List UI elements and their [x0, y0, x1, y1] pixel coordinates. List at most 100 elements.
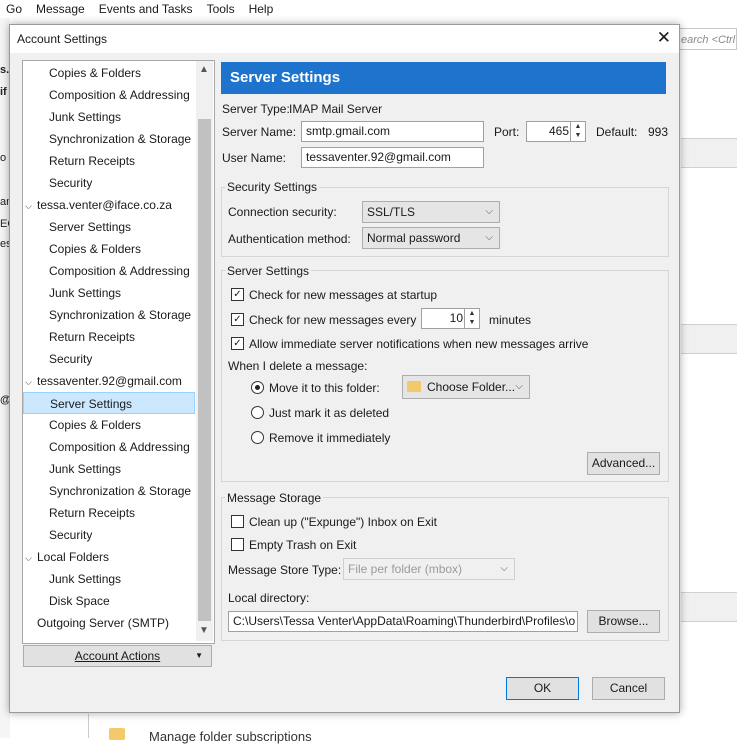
store-type-select[interactable]: File per folder (mbox) ⌵ — [343, 558, 515, 580]
port-stepper[interactable]: 465 ▲ ▼ — [526, 121, 586, 142]
background-search-input[interactable]: earch <Ctrl — [676, 28, 737, 50]
check-every-checkbox[interactable]: ✓ — [231, 313, 244, 326]
tree-item-label: Server Settings — [49, 220, 132, 234]
tree-item-label: Local Folders — [37, 550, 110, 564]
auth-method-select[interactable]: Normal password ⌵ — [362, 227, 500, 249]
menu-message[interactable]: Message — [36, 2, 85, 16]
folder-icon — [109, 728, 125, 740]
tree-item-label: Copies & Folders — [49, 242, 142, 256]
default-port-label: Default: — [596, 125, 638, 139]
tree-item[interactable]: Security — [23, 524, 195, 546]
local-directory-input[interactable]: C:\Users\Tessa Venter\AppData\Roaming\Th… — [228, 611, 578, 632]
radio-dot — [255, 385, 260, 390]
tree-item[interactable]: Composition & Addressing — [23, 436, 195, 458]
tree-item[interactable]: Composition & Addressing — [23, 84, 195, 106]
tree-account-node[interactable]: ⌵ tessa.venter@iface.co.za — [23, 194, 195, 216]
check-startup-checkbox[interactable]: ✓ — [231, 288, 244, 301]
tree-item[interactable]: Synchronization & Storage — [23, 128, 195, 150]
connection-security-select[interactable]: SSL/TLS ⌵ — [362, 201, 500, 223]
scroll-up-icon[interactable]: ▲ — [199, 64, 209, 75]
server-settings-title: Server Settings — [225, 264, 312, 278]
advanced-button[interactable]: Advanced... — [587, 452, 660, 475]
chevron-down-icon: ⌵ — [485, 206, 493, 217]
choose-folder-select[interactable]: Choose Folder... ⌵ — [402, 375, 530, 399]
tree-item[interactable]: Security — [23, 172, 195, 194]
tree-account-node[interactable]: ⌵ Local Folders — [23, 546, 195, 568]
tree-item[interactable]: Security — [23, 348, 195, 370]
tree-item[interactable]: Server Settings — [23, 216, 195, 238]
dialog-title: Account Settings — [17, 32, 108, 46]
tree-item[interactable]: Copies & Folders — [23, 62, 195, 84]
chevron-down-icon[interactable]: ⌵ — [25, 371, 37, 393]
tree-item[interactable]: Junk Settings — [23, 458, 195, 480]
manage-subscriptions-link[interactable]: Manage folder subscriptions — [149, 729, 312, 744]
chevron-down-icon: ⌵ — [485, 232, 493, 243]
background-band — [681, 138, 737, 168]
tree-item-label: Synchronization & Storage — [49, 132, 192, 146]
tree-item[interactable]: Copies & Folders — [23, 238, 195, 260]
close-icon[interactable]: ✕ — [657, 28, 671, 48]
tree-item[interactable]: Composition & Addressing — [23, 260, 195, 282]
check-every-label: Check for new messages every — [249, 313, 417, 327]
tree-item-label: Copies & Folders — [49, 418, 142, 432]
ok-button[interactable]: OK — [506, 677, 579, 700]
tree-item[interactable]: Synchronization & Storage — [23, 480, 195, 502]
tree-item-label: Junk Settings — [49, 572, 122, 586]
server-name-input[interactable]: smtp.gmail.com — [301, 121, 484, 142]
menu-help[interactable]: Help — [249, 2, 274, 16]
chevron-down-icon[interactable]: ⌵ — [25, 547, 37, 569]
spin-arrows-icon[interactable]: ▲ ▼ — [570, 122, 585, 141]
cancel-button[interactable]: Cancel — [592, 677, 665, 700]
tree-account-node[interactable]: Outgoing Server (SMTP) — [23, 612, 195, 634]
tree-item[interactable]: Junk Settings — [23, 106, 195, 128]
empty-trash-label: Empty Trash on Exit — [249, 538, 357, 552]
background-fragment: if — [0, 86, 7, 98]
background-band — [681, 592, 737, 622]
tree-account-node[interactable]: ⌵ tessaventer.92@gmail.com — [23, 370, 195, 392]
browse-button[interactable]: Browse... — [587, 610, 660, 633]
dropdown-caret-icon: ▼ — [195, 651, 203, 660]
chevron-down-icon[interactable]: ⌵ — [25, 195, 37, 217]
tree-item-label: Outgoing Server (SMTP) — [37, 616, 170, 630]
tree-item[interactable]: Copies & Folders — [23, 414, 195, 436]
menu-tools[interactable]: Tools — [207, 2, 235, 16]
background-band — [681, 324, 737, 354]
tree-item[interactable]: Server Settings — [23, 392, 195, 414]
just-mark-label: Just mark it as deleted — [269, 406, 390, 420]
menu-go[interactable]: Go — [6, 2, 22, 16]
tree-item[interactable]: Synchronization & Storage — [23, 304, 195, 326]
check-interval-stepper[interactable]: 10 ▲ ▼ — [421, 308, 480, 329]
tree-item[interactable]: Junk Settings — [23, 568, 195, 590]
tree-item[interactable]: Disk Space — [23, 590, 195, 612]
store-type-label: Message Store Type: — [228, 563, 342, 577]
just-mark-radio[interactable] — [251, 406, 264, 419]
cleanup-checkbox[interactable] — [231, 515, 244, 528]
move-to-folder-radio[interactable] — [251, 381, 264, 394]
allow-notifications-checkbox[interactable]: ✓ — [231, 337, 244, 350]
tree-scrollbar[interactable]: ▲ ▼ — [196, 61, 213, 641]
tree-item-label: Synchronization & Storage — [49, 484, 192, 498]
check-interval-value: 10 — [449, 311, 463, 325]
tree-item[interactable]: Return Receipts — [23, 150, 195, 172]
account-actions-label: Account Actions — [74, 649, 161, 663]
tree-item-label: Composition & Addressing — [49, 88, 190, 102]
scroll-down-icon[interactable]: ▼ — [199, 625, 209, 636]
server-name-label: Server Name: — [222, 125, 297, 139]
security-settings-title: Security Settings — [225, 180, 320, 194]
empty-trash-checkbox[interactable] — [231, 538, 244, 551]
user-name-input[interactable]: tessaventer.92@gmail.com — [301, 147, 484, 168]
remove-immediately-radio[interactable] — [251, 431, 264, 444]
scroll-thumb[interactable] — [198, 119, 211, 621]
background-bottom-area: Manage folder subscriptions — [88, 714, 737, 744]
tree-item-label: Synchronization & Storage — [49, 308, 192, 322]
account-actions-button[interactable]: Account Actions ▼ — [23, 645, 212, 667]
spin-arrows-icon[interactable]: ▲ ▼ — [464, 309, 479, 328]
menu-events-and-tasks[interactable]: Events and Tasks — [99, 2, 193, 16]
tree-item[interactable]: Return Receipts — [23, 502, 195, 524]
tree-item-label: Junk Settings — [49, 462, 122, 476]
tree-item[interactable]: Junk Settings — [23, 282, 195, 304]
tree-item[interactable]: Return Receipts — [23, 326, 195, 348]
background-menubar: Go Message Events and Tasks Tools Help — [0, 0, 737, 18]
tree-item-label: Disk Space — [49, 594, 110, 608]
default-port-value: 993 — [648, 125, 669, 139]
